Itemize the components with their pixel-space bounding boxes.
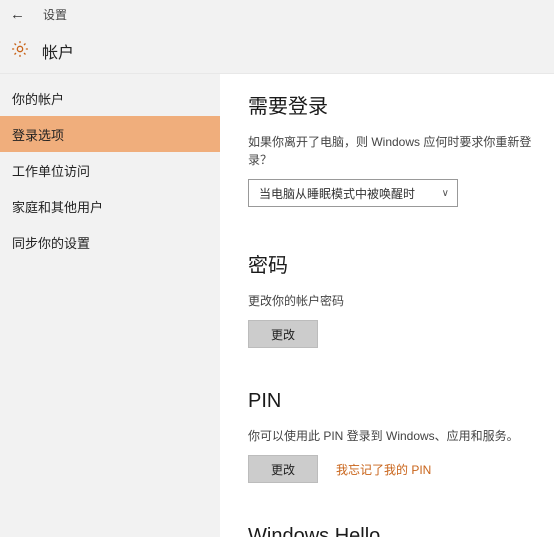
- signin-desc: 如果你离开了电脑，则 Windows 应何时要求你重新登录？: [248, 133, 534, 169]
- main-content: 需要登录 如果你离开了电脑，则 Windows 应何时要求你重新登录？ 当电脑从…: [220, 74, 554, 537]
- header-title: 帐户: [42, 39, 74, 63]
- section-title-signin: 需要登录: [248, 90, 534, 119]
- sidebar-item-sync-settings[interactable]: 同步你的设置: [0, 224, 220, 260]
- back-arrow-icon[interactable]: ←: [10, 7, 25, 22]
- gear-icon: [10, 39, 30, 62]
- sidebar-item-your-account[interactable]: 你的帐户: [0, 80, 220, 116]
- sidebar-item-label: 你的帐户: [12, 89, 64, 108]
- sidebar-item-label: 登录选项: [12, 125, 64, 144]
- sidebar-item-work-access[interactable]: 工作单位访问: [0, 152, 220, 188]
- forgot-pin-link[interactable]: 我忘记了我的 PIN: [336, 461, 431, 478]
- page-header: 帐户: [0, 28, 554, 74]
- change-password-button[interactable]: 更改: [248, 320, 318, 348]
- titlebar-title: 设置: [43, 6, 67, 23]
- pin-desc: 你可以使用此 PIN 登录到 Windows、应用和服务。: [248, 427, 534, 445]
- sidebar-item-label: 家庭和其他用户: [12, 197, 103, 216]
- password-desc: 更改你的帐户密码: [248, 292, 534, 310]
- section-title-pin: PIN: [248, 390, 534, 413]
- chevron-down-icon: ∨: [442, 188, 449, 199]
- select-value: 当电脑从睡眠模式中被唤醒时: [259, 185, 415, 202]
- button-label: 更改: [271, 326, 295, 343]
- sidebar-item-label: 同步你的设置: [12, 233, 90, 252]
- section-title-hello: Windows Hello: [248, 525, 534, 537]
- signin-timing-select[interactable]: 当电脑从睡眠模式中被唤醒时 ∨: [248, 179, 458, 207]
- sidebar-item-family-other-users[interactable]: 家庭和其他用户: [0, 188, 220, 224]
- button-label: 更改: [271, 461, 295, 478]
- change-pin-button[interactable]: 更改: [248, 455, 318, 483]
- sidebar-item-signin-options[interactable]: 登录选项: [0, 116, 220, 152]
- sidebar: 你的帐户 登录选项 工作单位访问 家庭和其他用户 同步你的设置: [0, 74, 220, 537]
- sidebar-item-label: 工作单位访问: [12, 161, 90, 180]
- titlebar: ← 设置: [0, 0, 554, 28]
- section-title-password: 密码: [248, 249, 534, 278]
